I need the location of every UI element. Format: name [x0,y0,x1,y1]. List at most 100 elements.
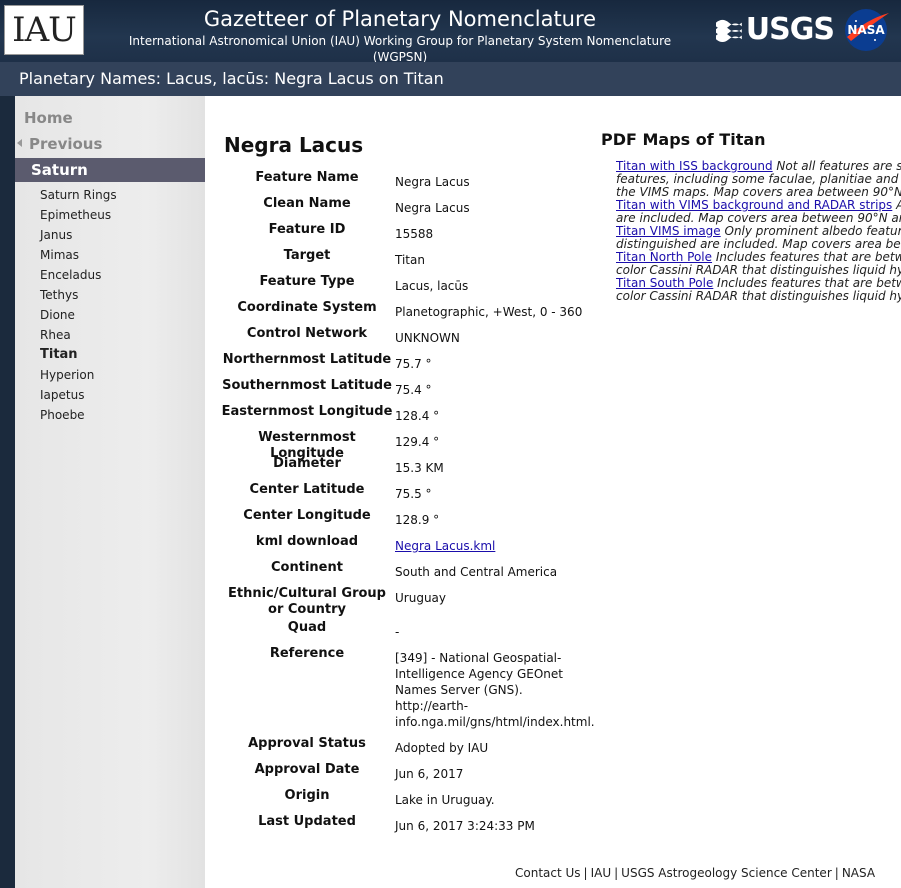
sidebar-item-janus[interactable]: Janus [40,226,117,246]
pdf-map-note: Only prominent albedo features [720,224,901,238]
sidebar-item-hyperion[interactable]: Hyperion [40,366,117,386]
feature-row-label: Feature Name [255,170,359,185]
feature-row-value: Titan [395,253,425,267]
sidebar-item-titan[interactable]: Titan [40,346,117,366]
feature-row-value: UNKNOWN [395,331,460,345]
nav-home-link[interactable]: Home [24,109,73,127]
nasa-logo-text: NASA [847,23,885,37]
feature-row-value: 75.7 ° [395,357,432,371]
pdf-map-line: color Cassini RADAR that distinguishes l… [616,290,901,303]
pdf-map-note: Includes features that are betwe [712,250,901,264]
sidebar: Home Previous Saturn Saturn Rings Epimeth… [15,96,205,888]
kml-download-link[interactable]: Negra Lacus.kml [395,539,495,553]
sidebar-item-iapetus[interactable]: Iapetus [40,386,117,406]
sidebar-item-tethys[interactable]: Tethys [40,286,117,306]
iau-logo[interactable]: IAU [4,5,84,55]
feature-row-label: kml download [255,534,359,549]
nasa-logo[interactable]: NASA [843,7,891,53]
footer-separator: | [583,866,588,880]
feature-row-label: Center Latitude [249,482,365,497]
pdf-map-note: the VIMS maps. Map covers area between 9… [616,185,901,199]
sidebar-item-dione[interactable]: Dione [40,306,117,326]
footer-link[interactable]: NASA [842,866,875,880]
footer-link[interactable]: Contact Us [515,866,581,880]
feature-row-value: 75.5 ° [395,487,432,501]
pdf-map-link[interactable]: Titan with VIMS background and RADAR str… [616,198,892,212]
pdf-map-note: features, including some faculae, planit… [616,172,901,186]
feature-row-value: 128.4 ° [395,409,440,423]
feature-row-value: Uruguay [395,591,446,605]
iau-logo-text: IAU [12,10,77,50]
feature-row-value: Negra Lacus [395,175,470,189]
feature-row-value: - [395,625,400,639]
nav-previous-link[interactable]: Previous [29,135,102,153]
pdf-map-link[interactable]: Titan North Pole [616,250,712,264]
feature-row-label: Origin [284,788,330,803]
feature-row-label: Coordinate System [237,300,377,315]
sidebar-item-saturn-rings[interactable]: Saturn Rings [40,186,117,206]
page-title-bar: Planetary Names: Lacus, lacūs: Negra Lac… [0,62,901,96]
sidebar-item-mimas[interactable]: Mimas [40,246,117,266]
feature-row-value: Planetographic, +West, 0 - 360 [395,305,583,319]
feature-row-value: Negra Lacus.kml [395,538,595,554]
feature-row-label: Continent [271,560,343,575]
feature-row-value: Lake in Uruguay. [395,793,495,807]
pdf-map-note: color Cassini RADAR that distinguishes l… [616,263,901,277]
feature-row-value: Adopted by IAU [395,741,489,755]
feature-row-value: South and Central America [395,565,558,579]
pdf-map-note: Includes features that are betwe [713,276,901,290]
feature-row-label: Target [283,248,331,263]
sidebar-item-rhea[interactable]: Rhea [40,326,117,346]
feature-row-label: Last Updated [258,814,356,829]
feature-row-value: Jun 6, 2017 3:24:33 PM [395,819,535,833]
pdf-maps-title: PDF Maps of Titan [601,130,766,149]
feature-row-label: Easternmost Longitude [221,404,393,419]
feature-row-value: Lacus, lacūs [395,279,469,293]
feature-row-value: 15588 [395,227,434,241]
page-title: Planetary Names: Lacus, lacūs: Negra Lac… [19,69,444,88]
usgs-wave-icon [716,19,742,42]
pdf-map-note: color Cassini RADAR that distinguishes l… [616,289,901,303]
footer-separator: | [614,866,619,880]
pdf-map-note: distinguished are included. Map covers a… [616,237,901,251]
feature-row-value: 75.4 ° [395,383,432,397]
sidebar-item-epimetheus[interactable]: Epimetheus [40,206,117,226]
feature-row-value: Negra Lacus [395,201,470,215]
sidebar-subnav: Saturn Rings Epimetheus Janus Mimas Enceladu… [40,186,117,426]
feature-row-value: 128.9 ° [395,513,440,527]
feature-row-label: Clean Name [263,196,351,211]
usgs-logo-text: USGS [745,12,835,47]
feature-row-label: Northernmost Latitude [222,352,392,367]
footer: Contact Us | IAU | USGS Astrogeology Science… [515,866,875,880]
sidebar-item-phoebe[interactable]: Phoebe [40,406,117,426]
feature-row-label: Control Network [246,326,368,341]
feature-title: Negra Lacus [224,133,364,157]
feature-row-label: Approval Status [248,736,366,751]
feature-row-value: [349] - National Geospatial-Intelligence… [395,651,595,729]
feature-row-label: Feature ID [268,222,346,237]
footer-link[interactable]: USGS Astrogeology Science Center [621,866,832,880]
footer-separator: | [834,866,839,880]
main-content: Negra Lacus Feature Name Negra Lacus Clean… [205,96,901,888]
pdf-map-note: All [892,198,901,212]
sidebar-item-enceladus[interactable]: Enceladus [40,266,117,286]
nav-current-saturn[interactable]: Saturn [15,158,205,182]
usgs-logo[interactable]: USGS [716,12,835,48]
feature-row-label: Reference [269,646,345,661]
feature-row-value: 15.3 KM [395,461,444,475]
feature-row-label: Diameter [273,456,341,471]
site-title: Gazetteer of Planetary Nomenclature [203,7,597,31]
site-subtitle: International Astronomical Union (IAU) W… [128,34,672,64]
pdf-map-note: are included. Map covers area between 90… [616,211,901,225]
feature-row-label: Ethnic/Cultural Group or Country [228,586,386,617]
feature-row-label: Center Longitude [243,508,371,523]
pdf-map-link[interactable]: Titan South Pole [616,276,713,290]
feature-row-label: Quad [287,620,327,635]
pdf-map-link[interactable]: Titan VIMS image [616,224,721,238]
feature-row-label: Southernmost Latitude [222,378,392,393]
nav-current-label: Saturn [31,161,88,179]
previous-arrow-icon [17,139,22,147]
feature-row-label: Feature Type [259,274,355,289]
feature-row-value: 129.4 ° [395,435,440,449]
footer-link[interactable]: IAU [591,866,612,880]
